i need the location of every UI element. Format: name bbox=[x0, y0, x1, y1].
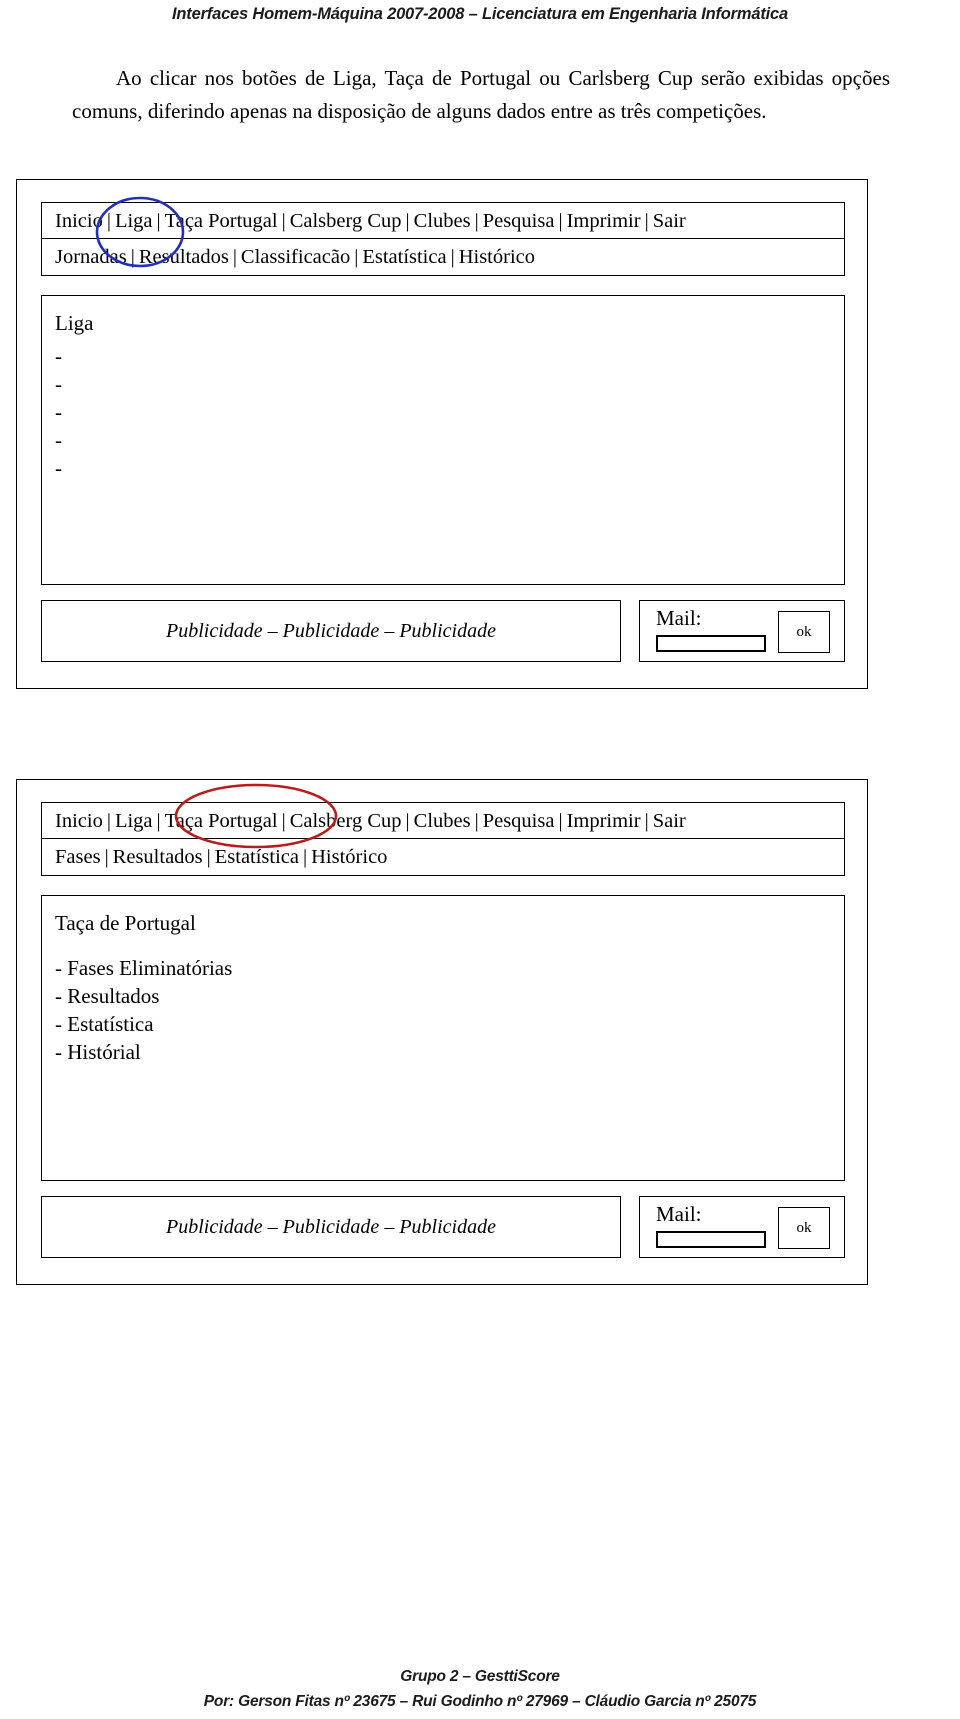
nav-separator: | bbox=[281, 210, 286, 232]
nav-item-inicio[interactable]: Inicio bbox=[55, 210, 103, 232]
nav-item-clubes[interactable]: Clubes bbox=[414, 810, 471, 832]
nav-separator: | bbox=[156, 210, 161, 232]
content-panel: Liga - - - - - bbox=[41, 295, 845, 585]
nav-separator: | bbox=[558, 810, 563, 832]
list-item[interactable]: - Resultados bbox=[55, 982, 844, 1010]
mockup-screen-liga: Inicio | Liga | Taça Portugal | Calsberg Cup | C… bbox=[16, 179, 868, 689]
nav-item-inicio[interactable]: Inicio bbox=[55, 810, 103, 832]
advertisement-text: Publicidade – Publicidade – Publicidade bbox=[166, 619, 496, 642]
subnav-item-resultados[interactable]: Resultados bbox=[113, 846, 203, 868]
mail-subscription-box: Mail: ok bbox=[639, 1196, 845, 1258]
nav-item-pesquisa[interactable]: Pesquisa bbox=[483, 210, 555, 232]
mail-input[interactable] bbox=[656, 1231, 766, 1248]
secondary-nav-bar: Fases | Resultados | Estatística | Histórico bbox=[42, 839, 844, 875]
nav-separator: | bbox=[156, 810, 161, 832]
secondary-nav-bar: Jornadas | Resultados | Classificacão | Estatí… bbox=[42, 239, 844, 275]
nav-item-clubes[interactable]: Clubes bbox=[414, 210, 471, 232]
nav-separator: | bbox=[474, 810, 479, 832]
list-item[interactable]: - Estatística bbox=[55, 1010, 844, 1038]
mail-subscription-box: Mail: ok bbox=[639, 600, 845, 662]
intro-paragraph: Ao clicar nos botões de Liga, Taça de Po… bbox=[72, 66, 890, 123]
mail-label: Mail: bbox=[656, 606, 702, 630]
mail-ok-button[interactable]: ok bbox=[778, 611, 830, 653]
nav-item-liga[interactable]: Liga bbox=[115, 810, 153, 832]
nav-separator: | bbox=[104, 846, 109, 868]
nav-item-imprimir[interactable]: Imprimir bbox=[567, 810, 641, 832]
panel-option-list: - Fases Eliminatórias - Resultados - Est… bbox=[55, 954, 844, 1066]
nav-item-calsberg-cup[interactable]: Calsberg Cup bbox=[290, 210, 402, 232]
primary-nav-bar: Inicio | Liga | Taça Portugal | Calsberg Cup | C… bbox=[42, 803, 844, 839]
panel-title: Liga bbox=[55, 311, 94, 335]
nav-separator: | bbox=[644, 210, 649, 232]
mail-ok-button[interactable]: ok bbox=[778, 1207, 830, 1249]
advertisement-text: Publicidade – Publicidade – Publicidade bbox=[166, 1215, 496, 1238]
subnav-item-estatistica[interactable]: Estatística bbox=[362, 246, 446, 268]
list-item: - bbox=[55, 400, 62, 424]
nav-separator: | bbox=[232, 246, 237, 268]
nav-item-pesquisa[interactable]: Pesquisa bbox=[483, 810, 555, 832]
advertisement-banner[interactable]: Publicidade – Publicidade – Publicidade bbox=[41, 600, 621, 662]
nav-separator: | bbox=[405, 210, 410, 232]
list-item[interactable]: - Fases Eliminatórias bbox=[55, 954, 844, 982]
nav-item-taca-portugal[interactable]: Taça Portugal bbox=[165, 810, 278, 832]
subnav-item-resultados[interactable]: Resultados bbox=[139, 246, 229, 268]
nav-separator: | bbox=[354, 246, 359, 268]
nav-separator: | bbox=[644, 810, 649, 832]
subnav-item-fases[interactable]: Fases bbox=[55, 846, 101, 868]
list-item: - bbox=[55, 372, 62, 396]
subnav-item-estatistica[interactable]: Estatística bbox=[215, 846, 299, 868]
list-item: - bbox=[55, 428, 62, 452]
subnav-item-classificacao[interactable]: Classificacão bbox=[241, 246, 350, 268]
nav-block: Inicio | Liga | Taça Portugal | Calsberg Cup | C… bbox=[41, 202, 845, 276]
nav-item-taca-portugal[interactable]: Taça Portugal bbox=[165, 210, 278, 232]
nav-separator: | bbox=[405, 810, 410, 832]
nav-item-sair[interactable]: Sair bbox=[653, 210, 686, 232]
list-item: - bbox=[55, 344, 62, 368]
nav-separator: | bbox=[558, 210, 563, 232]
list-item: - bbox=[55, 456, 62, 480]
nav-separator: | bbox=[106, 210, 111, 232]
content-panel: Taça de Portugal - Fases Eliminatórias -… bbox=[41, 895, 845, 1181]
bottom-strip: Publicidade – Publicidade – Publicidade … bbox=[41, 600, 845, 662]
panel-title: Taça de Portugal bbox=[55, 911, 196, 935]
nav-separator: | bbox=[450, 246, 455, 268]
subnav-item-jornadas[interactable]: Jornadas bbox=[55, 246, 127, 268]
nav-item-sair[interactable]: Sair bbox=[653, 810, 686, 832]
primary-nav-bar: Inicio | Liga | Taça Portugal | Calsberg Cup | C… bbox=[42, 203, 844, 239]
subnav-item-historico[interactable]: Histórico bbox=[311, 846, 387, 868]
nav-item-calsberg-cup[interactable]: Calsberg Cup bbox=[290, 810, 402, 832]
footer-group-line: Grupo 2 – GesttiScore bbox=[400, 1668, 560, 1685]
nav-item-imprimir[interactable]: Imprimir bbox=[567, 210, 641, 232]
page-header-title: Interfaces Homem-Máquina 2007-2008 – Lic… bbox=[172, 5, 788, 23]
nav-block: Inicio | Liga | Taça Portugal | Calsberg Cup | C… bbox=[41, 802, 845, 876]
panel-placeholder-list: - - - - - bbox=[55, 342, 844, 482]
nav-separator: | bbox=[281, 810, 286, 832]
nav-separator: | bbox=[106, 810, 111, 832]
mail-label: Mail: bbox=[656, 1202, 702, 1226]
mail-input[interactable] bbox=[656, 635, 766, 652]
nav-separator: | bbox=[130, 246, 135, 268]
mockup-screen-taca-portugal: Inicio | Liga | Taça Portugal | Calsberg Cup | C… bbox=[16, 779, 868, 1285]
nav-separator: | bbox=[474, 210, 479, 232]
nav-separator: | bbox=[206, 846, 211, 868]
bottom-strip: Publicidade – Publicidade – Publicidade … bbox=[41, 1196, 845, 1258]
list-item[interactable]: - Histórial bbox=[55, 1038, 844, 1066]
nav-item-liga[interactable]: Liga bbox=[115, 210, 153, 232]
subnav-item-historico[interactable]: Histórico bbox=[459, 246, 535, 268]
nav-separator: | bbox=[303, 846, 308, 868]
advertisement-banner[interactable]: Publicidade – Publicidade – Publicidade bbox=[41, 1196, 621, 1258]
footer-authors-line: Por: Gerson Fitas nº 23675 – Rui Godinho… bbox=[203, 1693, 757, 1710]
